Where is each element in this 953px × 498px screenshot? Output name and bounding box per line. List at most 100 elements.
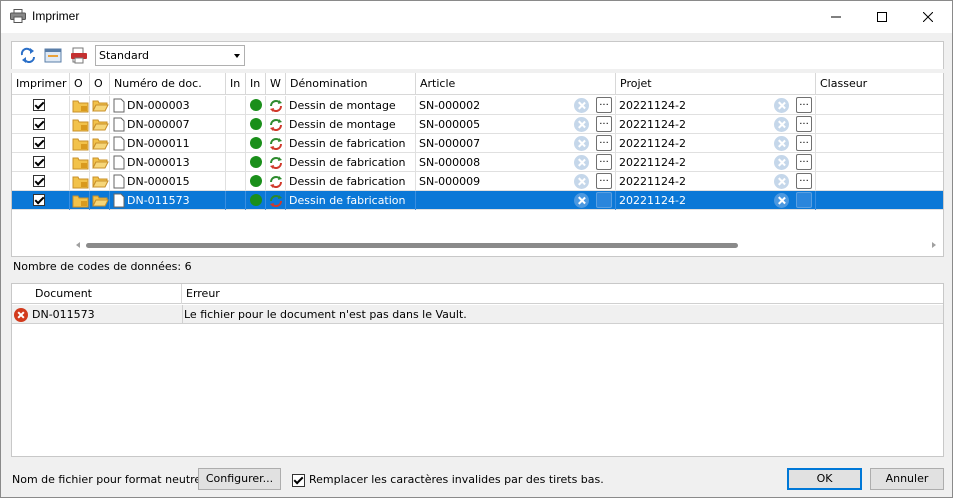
classeur-cell[interactable] <box>816 134 943 153</box>
print-cell[interactable] <box>12 134 70 153</box>
browse-article-button[interactable]: ... <box>596 116 612 132</box>
browse-project-button[interactable]: ... <box>796 116 812 132</box>
browse-article-button[interactable]: ... <box>596 173 612 189</box>
col-in2[interactable]: In <box>246 73 266 95</box>
table-row[interactable]: DN-011573 Dessin de fabrication... 2022112… <box>12 191 943 210</box>
article-cell[interactable]: SN-000005... <box>416 115 616 134</box>
doc-number-cell[interactable]: DN-000015 <box>110 172 226 191</box>
article-cell[interactable]: ... <box>416 191 616 210</box>
clear-article-icon[interactable] <box>574 155 589 170</box>
open-cell[interactable] <box>70 96 90 115</box>
browse-project-button[interactable]: ... <box>796 192 812 208</box>
clear-project-icon[interactable] <box>774 193 789 208</box>
clear-project-icon[interactable] <box>774 155 789 170</box>
clear-project-icon[interactable] <box>774 136 789 151</box>
browse-project-button[interactable]: ... <box>796 135 812 151</box>
col-print[interactable]: Imprimer <box>12 73 70 95</box>
doc-number-cell[interactable]: DN-000003 <box>110 96 226 115</box>
doc-number-cell[interactable]: DN-000011 <box>110 134 226 153</box>
print-cell[interactable] <box>12 191 70 210</box>
refresh-arrows-icon[interactable] <box>19 47 37 64</box>
denomination-cell[interactable]: Dessin de fabrication <box>286 134 416 153</box>
scroll-right-icon[interactable] <box>932 242 936 248</box>
table-row[interactable]: DN-000011 Dessin de fabrication SN-000007.… <box>12 134 943 153</box>
open-folder-cell[interactable] <box>90 96 110 115</box>
horizontal-scrollbar[interactable] <box>74 239 942 251</box>
close-button[interactable] <box>905 1 951 33</box>
print-checkbox[interactable] <box>33 156 45 168</box>
classeur-cell[interactable] <box>816 172 943 191</box>
col-w[interactable]: W <box>266 73 286 95</box>
clear-project-icon[interactable] <box>774 98 789 113</box>
browse-article-button[interactable]: ... <box>596 192 612 208</box>
col-in1[interactable]: In <box>226 73 246 95</box>
project-cell[interactable]: 20221124-2... <box>616 172 816 191</box>
open-cell[interactable] <box>70 191 90 210</box>
project-cell[interactable]: 20221124-2... <box>616 134 816 153</box>
col-article[interactable]: Article <box>416 73 616 95</box>
clear-project-icon[interactable] <box>774 174 789 189</box>
table-row[interactable]: DN-000013 Dessin de fabrication SN-000008.… <box>12 153 943 172</box>
col-project[interactable]: Projet <box>616 73 816 95</box>
project-cell[interactable]: 20221124-2... <box>616 153 816 172</box>
pdf-printer-icon[interactable] <box>70 47 88 64</box>
project-cell[interactable]: 20221124-2... <box>616 96 816 115</box>
print-cell[interactable] <box>12 115 70 134</box>
cancel-button[interactable]: Annuler <box>870 468 944 490</box>
col-error[interactable]: Erreur <box>182 284 943 304</box>
print-cell[interactable] <box>12 153 70 172</box>
open-folder-cell[interactable] <box>90 153 110 172</box>
denomination-cell[interactable]: Dessin de montage <box>286 115 416 134</box>
clear-project-icon[interactable] <box>774 117 789 132</box>
open-folder-cell[interactable] <box>90 172 110 191</box>
open-cell[interactable] <box>70 115 90 134</box>
open-folder-cell[interactable] <box>90 115 110 134</box>
denomination-cell[interactable]: Dessin de fabrication <box>286 172 416 191</box>
print-checkbox[interactable] <box>33 99 45 111</box>
error-row[interactable]: DN-011573 Le fichier pour le document n'… <box>12 305 943 324</box>
article-cell[interactable]: SN-000007... <box>416 134 616 153</box>
settings-window-icon[interactable] <box>44 47 62 64</box>
browse-project-button[interactable]: ... <box>796 154 812 170</box>
denomination-cell[interactable]: Dessin de fabrication <box>286 153 416 172</box>
col-o1[interactable]: O <box>70 73 90 95</box>
col-o2[interactable]: O <box>90 73 110 95</box>
open-cell[interactable] <box>70 172 90 191</box>
project-cell[interactable]: 20221124-2... <box>616 115 816 134</box>
ok-button[interactable]: OK <box>787 468 862 490</box>
open-folder-cell[interactable] <box>90 191 110 210</box>
minimize-button[interactable] <box>813 1 859 33</box>
profile-select[interactable]: Standard <box>95 45 245 66</box>
open-cell[interactable] <box>70 134 90 153</box>
print-cell[interactable] <box>12 96 70 115</box>
doc-number-cell[interactable]: DN-011573 <box>110 191 226 210</box>
project-cell[interactable]: 20221124-2... <box>616 191 816 210</box>
denomination-cell[interactable]: Dessin de montage <box>286 96 416 115</box>
print-checkbox[interactable] <box>33 137 45 149</box>
classeur-cell[interactable] <box>816 96 943 115</box>
print-checkbox[interactable] <box>33 194 45 206</box>
print-checkbox[interactable] <box>33 175 45 187</box>
col-classeur[interactable]: Classeur <box>816 73 943 95</box>
table-row[interactable]: DN-000015 Dessin de fabrication SN-000009.… <box>12 172 943 191</box>
browse-article-button[interactable]: ... <box>596 97 612 113</box>
replace-invalid-checkbox[interactable] <box>292 474 305 487</box>
scrollbar-thumb[interactable] <box>86 243 738 248</box>
article-cell[interactable]: SN-000009... <box>416 172 616 191</box>
clear-article-icon[interactable] <box>574 193 589 208</box>
classeur-cell[interactable] <box>816 191 943 210</box>
table-row[interactable]: DN-000003 Dessin de montage SN-000002... 20… <box>12 96 943 115</box>
clear-article-icon[interactable] <box>574 174 589 189</box>
browse-article-button[interactable]: ... <box>596 154 612 170</box>
clear-article-icon[interactable] <box>574 98 589 113</box>
article-cell[interactable]: SN-000002... <box>416 96 616 115</box>
open-cell[interactable] <box>70 153 90 172</box>
browse-project-button[interactable]: ... <box>796 173 812 189</box>
configure-button[interactable]: Configurer... <box>198 468 281 490</box>
clear-article-icon[interactable] <box>574 117 589 132</box>
doc-number-cell[interactable]: DN-000013 <box>110 153 226 172</box>
classeur-cell[interactable] <box>816 153 943 172</box>
classeur-cell[interactable] <box>816 115 943 134</box>
print-cell[interactable] <box>12 172 70 191</box>
open-folder-cell[interactable] <box>90 134 110 153</box>
